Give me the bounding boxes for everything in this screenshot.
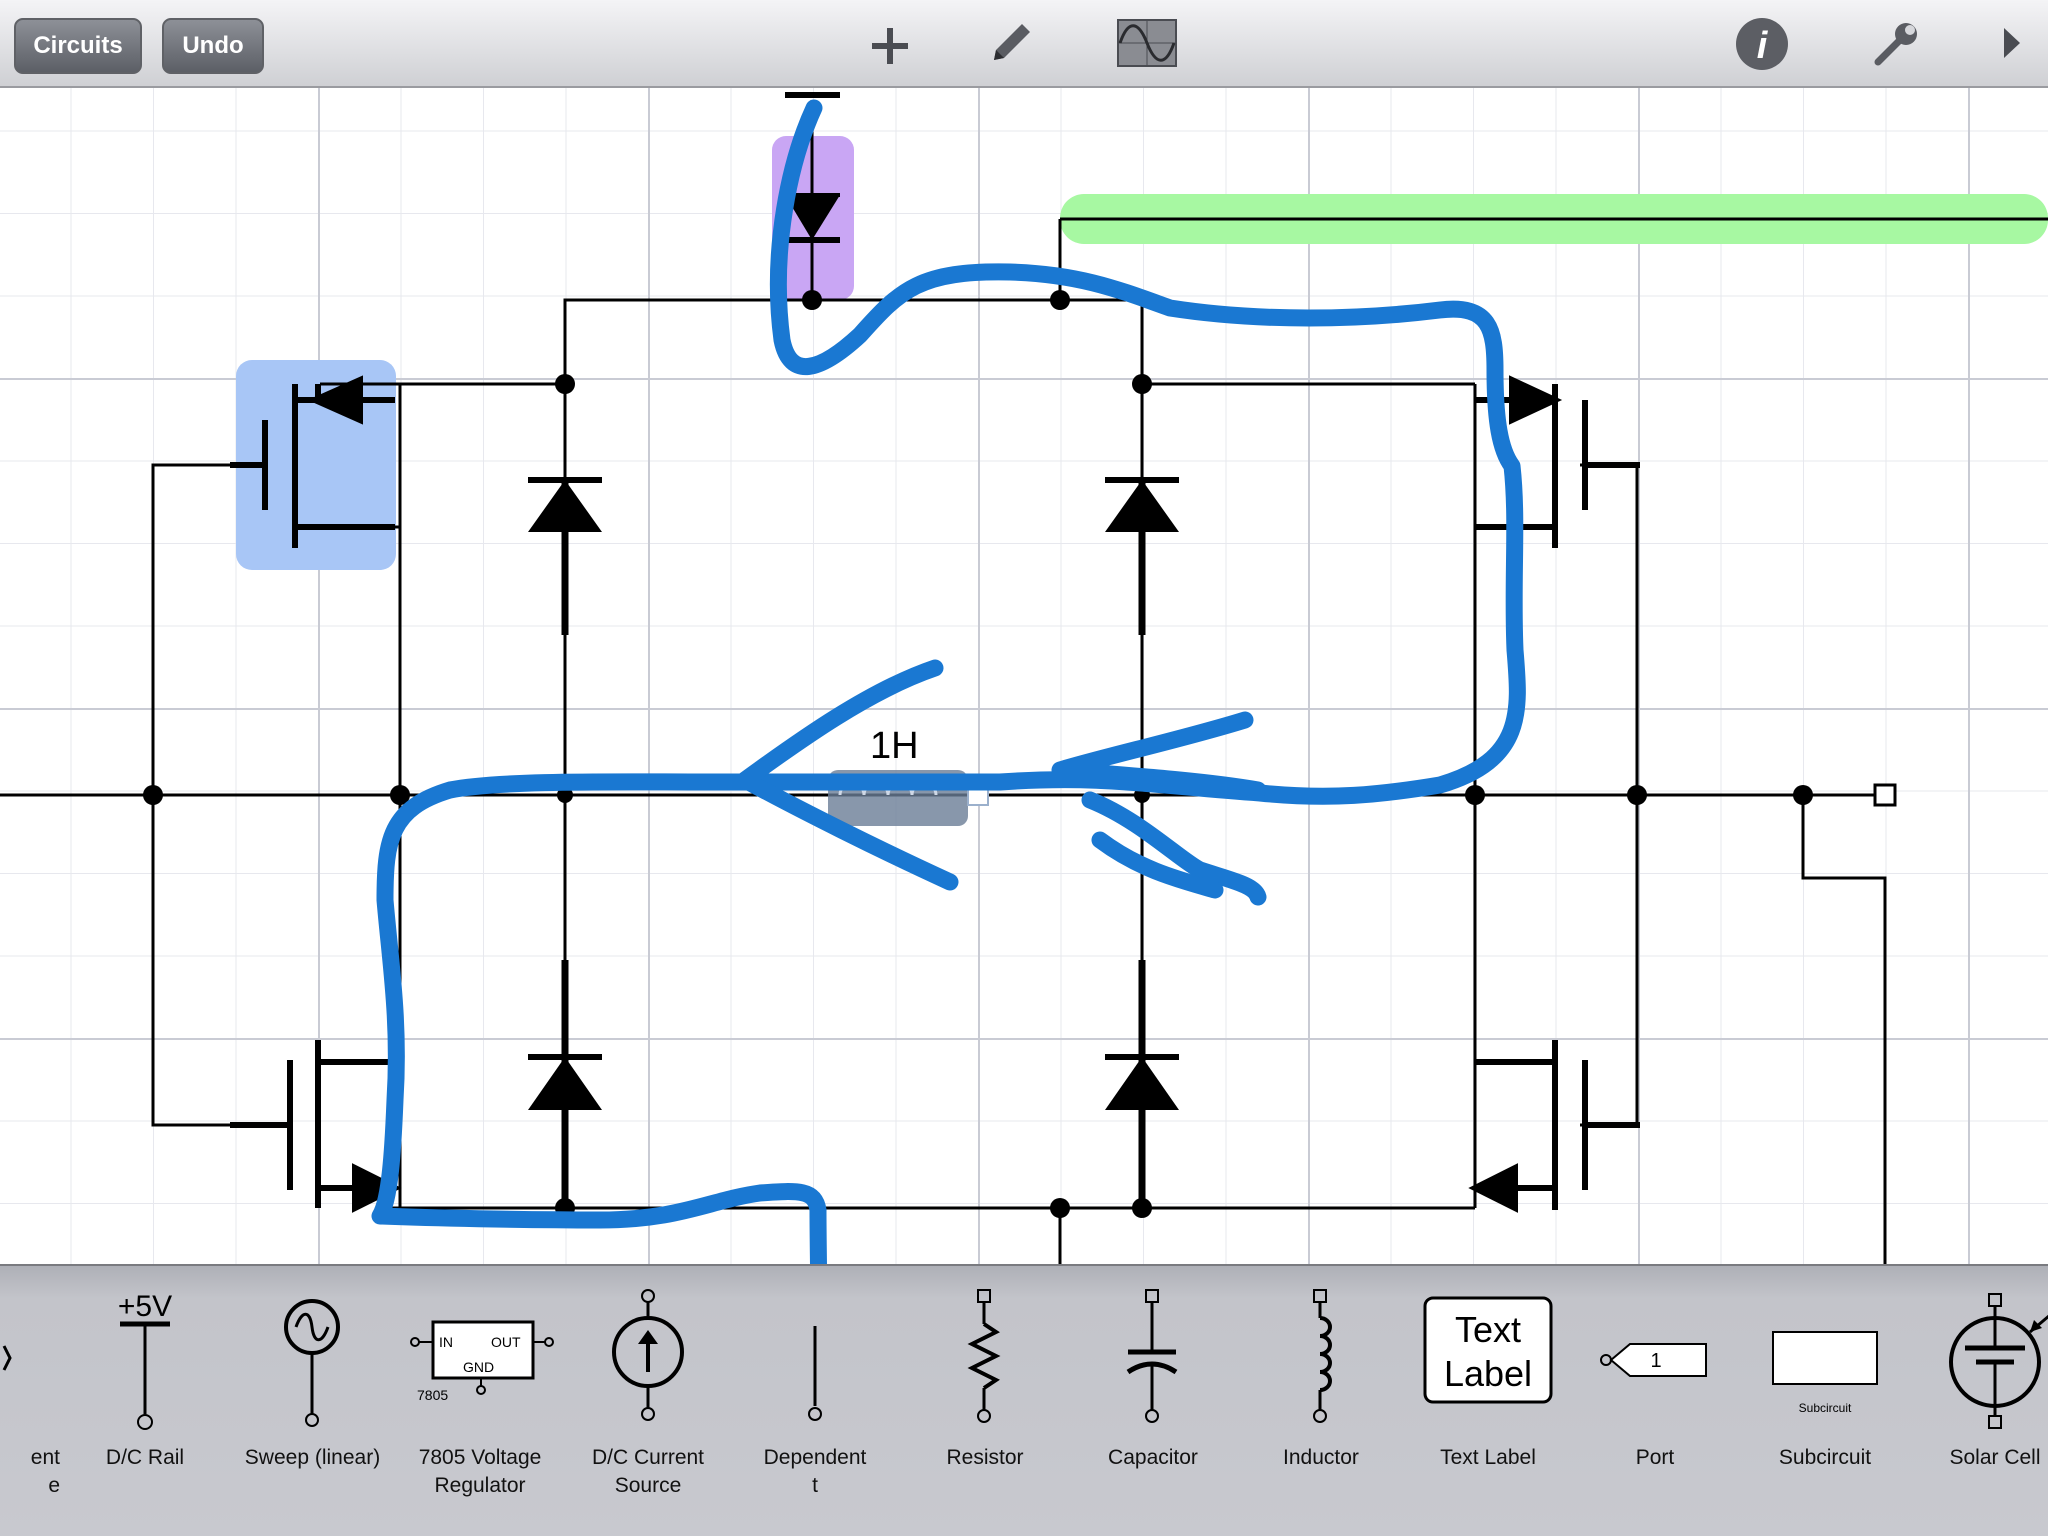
inductor-label: 1H [870, 725, 919, 767]
component-palette: ent e +5V D/C Rail Sweep (linear) IN OUT [0, 1264, 2048, 1536]
palette-item-label: Subcircuit [1778, 1446, 1872, 1469]
palette-item-dependent-source[interactable]: Dependent t [745, 1266, 885, 1538]
circuit-canvas[interactable]: 1H [0, 88, 2048, 1264]
capacitor-icon [1126, 1289, 1178, 1423]
circuit-diagram: 1H [0, 92, 2048, 1264]
palette-item-current-source[interactable]: D/C Current Source [580, 1266, 716, 1538]
circuits-button[interactable]: Circuits [14, 18, 142, 74]
svg-text:IN: IN [439, 1334, 453, 1350]
palette-item-port[interactable]: 1 Port [1590, 1266, 1720, 1538]
port-icon: 1 [1600, 1343, 1707, 1377]
dc-rail-icon: +5V [118, 1290, 172, 1430]
palette-item-partial[interactable]: ent e [0, 1266, 60, 1538]
palette-item-label: Inductor [1283, 1446, 1359, 1469]
svg-text:+5V: +5V [118, 1290, 172, 1323]
palette-item-sweep[interactable]: Sweep (linear) [240, 1266, 385, 1538]
palette-item-regulator[interactable]: IN OUT GND 7805 7805 Voltage Regulator [405, 1266, 555, 1538]
svg-text:Subcircuit: Subcircuit [1799, 1401, 1852, 1415]
palette-item-label: D/C Current Source [591, 1446, 705, 1497]
svg-text:OUT: OUT [491, 1334, 521, 1350]
play-icon[interactable] [2000, 24, 2024, 62]
current-source-icon [612, 1289, 684, 1421]
add-icon[interactable] [870, 26, 910, 66]
diode-top-right[interactable] [1105, 477, 1179, 635]
palette-item-capacitor[interactable]: Capacitor [1088, 1266, 1218, 1538]
palette-item-label: Text Label [1440, 1446, 1536, 1469]
palette-item-text-label[interactable]: Text Label Text Label [1418, 1266, 1558, 1538]
palette-item-dc-rail[interactable]: +5V D/C Rail [80, 1266, 210, 1538]
palette-item-resistor[interactable]: Resistor [920, 1266, 1050, 1538]
resistor-icon [967, 1289, 1001, 1423]
wrench-icon[interactable] [1872, 18, 1922, 68]
solar-cell-icon [1949, 1293, 2048, 1429]
mosfet-bottom-right[interactable] [1468, 1040, 1640, 1213]
text-label-icon: Text Label [1423, 1296, 1553, 1404]
diode-bottom-left[interactable] [528, 960, 602, 1200]
sweep-source-icon [284, 1299, 340, 1427]
palette-item-label: D/C Rail [105, 1446, 185, 1469]
oscilloscope-icon[interactable] [1116, 18, 1178, 68]
subcircuit-icon: Subcircuit [1772, 1331, 1878, 1415]
dependent-source-icon [808, 1326, 822, 1421]
pencil-icon[interactable] [984, 16, 1036, 68]
svg-text:Text: Text [1455, 1309, 1521, 1350]
svg-text:Label: Label [1444, 1353, 1532, 1394]
svg-text:7805: 7805 [417, 1387, 448, 1403]
diode-top-left[interactable] [528, 477, 602, 635]
svg-text:i: i [1757, 25, 1769, 67]
palette-item-subcircuit[interactable]: Subcircuit Subcircuit [1760, 1266, 1890, 1538]
palette-item-label: Solar Cell [1949, 1446, 2041, 1469]
port-terminal[interactable] [1873, 783, 1897, 807]
diode-bottom-right[interactable] [1105, 960, 1179, 1200]
palette-item-label: Sweep (linear) [244, 1446, 381, 1469]
palette-item-label: 7805 Voltage Regulator [418, 1446, 542, 1497]
svg-text:1: 1 [1650, 1350, 1661, 1372]
palette-item-label: Dependent t [763, 1446, 867, 1497]
palette-item-inductor[interactable]: Inductor [1256, 1266, 1386, 1538]
palette-item-label: Capacitor [1108, 1446, 1198, 1469]
info-icon[interactable]: i [1734, 16, 1790, 72]
partial-component-icon [2, 1345, 12, 1371]
palette-item-solar-cell[interactable]: Solar Cell [1930, 1266, 2048, 1538]
palette-item-label: ent e [30, 1446, 60, 1497]
undo-button[interactable]: Undo [162, 18, 264, 74]
inductor-icon [1313, 1289, 1332, 1423]
top-toolbar: Circuits Undo i [0, 0, 2048, 88]
svg-text:GND: GND [463, 1359, 494, 1375]
regulator-icon: IN OUT GND 7805 [410, 1320, 554, 1403]
palette-item-label: Port [1635, 1446, 1675, 1469]
mosfet-bottom-left[interactable] [230, 1040, 402, 1213]
palette-item-label: Resistor [946, 1446, 1024, 1469]
